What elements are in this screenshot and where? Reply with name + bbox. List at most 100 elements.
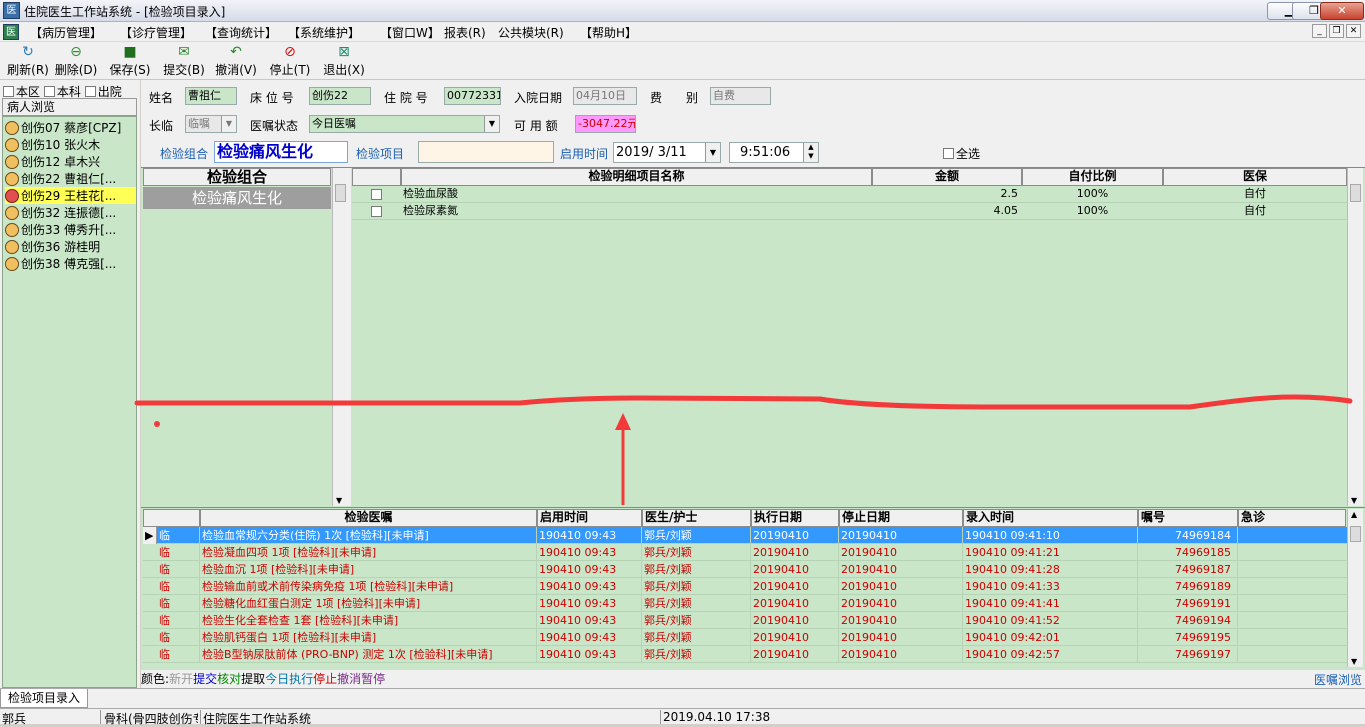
color-legend: 颜色:新开提交核对提取今日执行停止撤消暂停 <box>141 670 1365 688</box>
order-stop: 20190410 <box>839 595 963 612</box>
status-user: 郭兵 <box>2 712 27 726</box>
orders-col-no: 嘱号 <box>1138 509 1238 527</box>
orders-body: ▶ 临检验血常规六分类(住院) 1次 [检验科][未申请] 190410 09:43… <box>143 527 1347 667</box>
chevron-up-icon[interactable]: ▲ <box>1351 510 1357 519</box>
order-no: 74969197 <box>1138 646 1238 663</box>
order-order: 检验糖化血红蛋白测定 1项 [检验科][未申请] <box>200 595 537 612</box>
order-type: 临 <box>157 612 200 629</box>
order-order: 检验血常规六分类(住院) 1次 [检验科][未申请] <box>200 527 537 544</box>
order-exec: 20190410 <box>751 646 839 663</box>
order-order: 检验B型钠尿肽前体 (PRO-BNP) 测定 1次 [检验科][未申请] <box>200 646 537 663</box>
orders-col-start: 启用时间 <box>537 509 642 527</box>
legend-item: 新开 <box>169 672 194 686</box>
order-start: 190410 09:43 <box>537 544 642 561</box>
order-order: 检验生化全套检查 1套 [检验科][未申请] <box>200 612 537 629</box>
row-indicator: ▶ <box>143 527 157 544</box>
legend-item: 停止 <box>313 672 338 686</box>
order-order: 检验血沉 1项 [检验科][未申请] <box>200 561 537 578</box>
order-browse-link[interactable]: 医嘱浏览 <box>1314 671 1362 688</box>
order-exec: 20190410 <box>751 527 839 544</box>
table-row[interactable]: 临检验生化全套检查 1套 [检验科][未申请] 190410 09:43 郭兵/刘颖… <box>143 612 1347 629</box>
order-type: 临 <box>157 595 200 612</box>
order-no: 74969194 <box>1138 612 1238 629</box>
order-exec: 20190410 <box>751 629 839 646</box>
legend-item: 今日执行 <box>265 672 314 686</box>
status-separator <box>200 710 201 724</box>
order-type: 临 <box>157 527 200 544</box>
order-exec: 20190410 <box>751 595 839 612</box>
order-doctor: 郭兵/刘颖 <box>642 612 751 629</box>
orders-col-entry: 录入时间 <box>963 509 1138 527</box>
status-separator <box>100 710 101 724</box>
order-exec: 20190410 <box>751 544 839 561</box>
tab-bar <box>0 688 1365 708</box>
order-doctor: 郭兵/刘颖 <box>642 578 751 595</box>
table-row[interactable]: 临检验输血前或术前传染病免疫 1项 [检验科][未申请] 190410 09:43… <box>143 578 1347 595</box>
order-start: 190410 09:43 <box>537 612 642 629</box>
table-row[interactable]: 临检验糖化血红蛋白测定 1项 [检验科][未申请] 190410 09:43 郭兵/… <box>143 595 1347 612</box>
legend-item: 提取 <box>241 672 266 686</box>
order-entry: 190410 09:42:01 <box>963 629 1138 646</box>
table-row[interactable]: 临检验凝血四项 1项 [检验科][未申请] 190410 09:43 郭兵/刘颖 20… <box>143 544 1347 561</box>
order-type: 临 <box>157 561 200 578</box>
legend-prefix: 颜色: <box>141 672 170 686</box>
order-order: 检验肌钙蛋白 1项 [检验科][未申请] <box>200 629 537 646</box>
scroll-thumb[interactable] <box>1350 526 1361 542</box>
tab-lab-order-entry[interactable]: 检验项目录入 <box>0 689 88 708</box>
order-start: 190410 09:43 <box>537 595 642 612</box>
table-row[interactable]: ▶ 临检验血常规六分类(住院) 1次 [检验科][未申请] 190410 09:43… <box>143 527 1347 544</box>
order-entry: 190410 09:42:57 <box>963 646 1138 663</box>
order-start: 190410 09:43 <box>537 561 642 578</box>
order-type: 临 <box>157 544 200 561</box>
order-no: 74969187 <box>1138 561 1238 578</box>
order-entry: 190410 09:41:41 <box>963 595 1138 612</box>
legend-item: 核对 <box>217 672 242 686</box>
order-doctor: 郭兵/刘颖 <box>642 544 751 561</box>
status-separator <box>660 710 661 724</box>
red-underline-stroke <box>134 394 1353 410</box>
order-doctor: 郭兵/刘颖 <box>642 527 751 544</box>
order-entry: 190410 09:41:28 <box>963 561 1138 578</box>
table-row[interactable]: 临检验B型钠尿肽前体 (PRO-BNP) 测定 1次 [检验科][未申请] 190… <box>143 646 1347 663</box>
orders-scrollbar[interactable]: ▲ ▼ <box>1347 509 1363 667</box>
order-doctor: 郭兵/刘颖 <box>642 646 751 663</box>
orders-col-urgent: 急诊 <box>1238 509 1346 527</box>
order-entry: 190410 09:41:21 <box>963 544 1138 561</box>
order-type: 临 <box>157 629 200 646</box>
status-datetime: 2019.04.10 17:38 <box>663 710 771 724</box>
red-arrow-head <box>615 413 631 430</box>
order-stop: 20190410 <box>839 578 963 595</box>
order-stop: 20190410 <box>839 544 963 561</box>
order-order: 检验输血前或术前传染病免疫 1项 [检验科][未申请] <box>200 578 537 595</box>
order-exec: 20190410 <box>751 561 839 578</box>
orders-col-doctor: 医生/护士 <box>642 509 751 527</box>
orders-col-exec: 执行日期 <box>751 509 839 527</box>
table-row[interactable]: 临检验血沉 1项 [检验科][未申请] 190410 09:43 郭兵/刘颖 2019… <box>143 561 1347 578</box>
orders-col-order: 检验医嘱 <box>200 509 537 527</box>
order-start: 190410 09:43 <box>537 578 642 595</box>
status-system: 住院医生工作站系统 <box>203 712 312 726</box>
status-dept: 骨科(骨四肢创伤专 <box>104 712 198 726</box>
order-stop: 20190410 <box>839 561 963 578</box>
table-row[interactable]: 临检验肌钙蛋白 1项 [检验科][未申请] 190410 09:43 郭兵/刘颖 20… <box>143 629 1347 646</box>
order-no: 74969189 <box>1138 578 1238 595</box>
order-no: 74969195 <box>1138 629 1238 646</box>
chevron-down-icon[interactable]: ▼ <box>1351 657 1357 666</box>
order-stop: 20190410 <box>839 527 963 544</box>
order-exec: 20190410 <box>751 612 839 629</box>
order-stop: 20190410 <box>839 646 963 663</box>
order-order: 检验凝血四项 1项 [检验科][未申请] <box>200 544 537 561</box>
order-entry: 190410 09:41:10 <box>963 527 1138 544</box>
order-no: 74969191 <box>1138 595 1238 612</box>
orders-col-stop: 停止日期 <box>839 509 963 527</box>
order-stop: 20190410 <box>839 612 963 629</box>
legend-item: 暂停 <box>361 672 386 686</box>
legend-item: 提交 <box>193 672 218 686</box>
order-doctor: 郭兵/刘颖 <box>642 561 751 578</box>
order-no: 74969184 <box>1138 527 1238 544</box>
legend-item: 撤消 <box>337 672 362 686</box>
order-entry: 190410 09:41:33 <box>963 578 1138 595</box>
order-start: 190410 09:43 <box>537 629 642 646</box>
order-type: 临 <box>157 578 200 595</box>
order-exec: 20190410 <box>751 578 839 595</box>
